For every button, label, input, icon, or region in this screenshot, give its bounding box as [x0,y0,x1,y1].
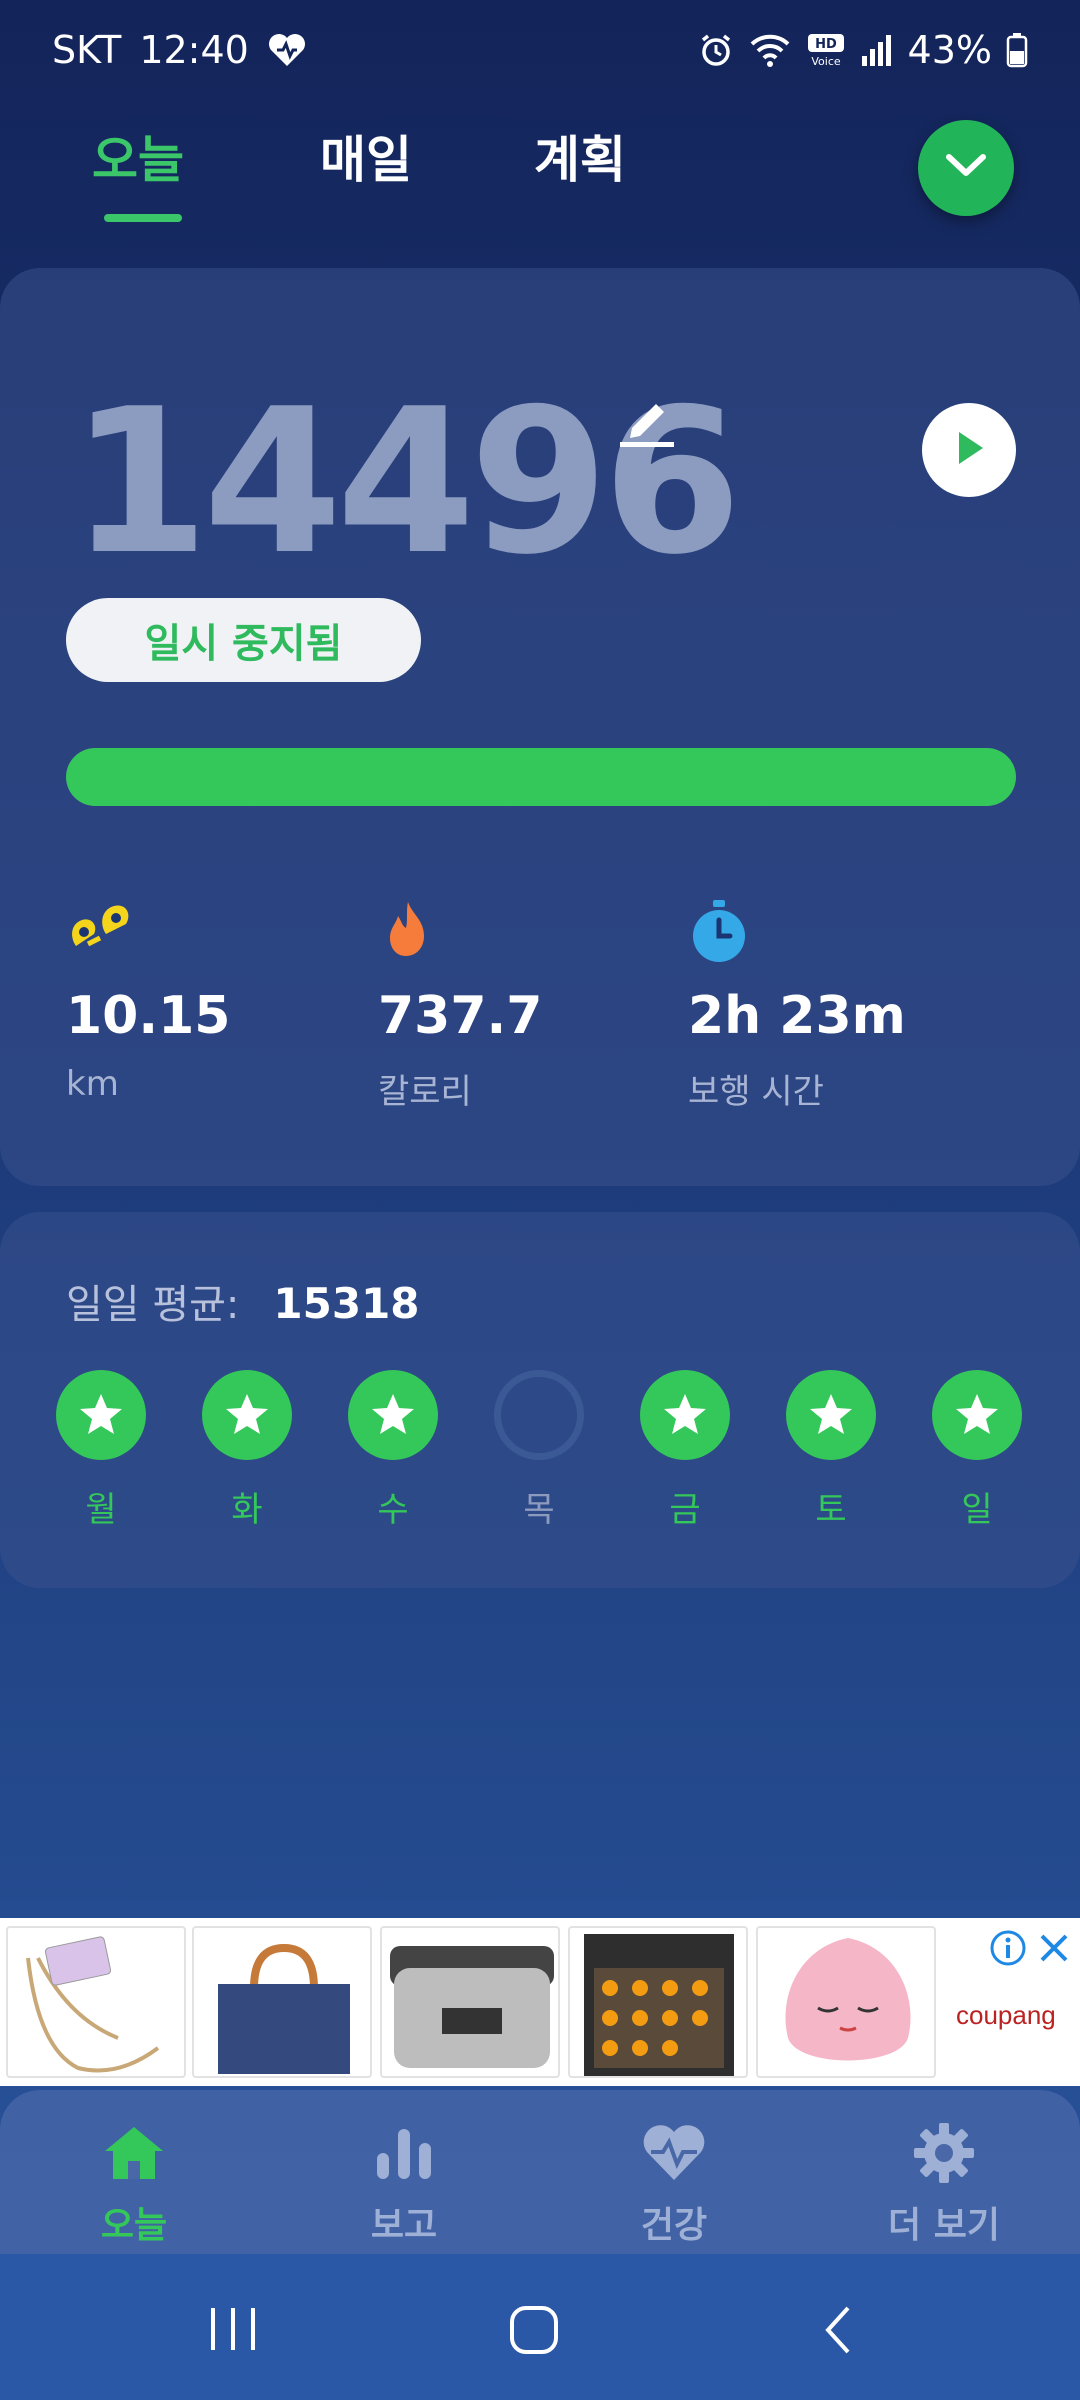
goal-achieved-badge [202,1370,292,1460]
nav-item-more[interactable]: 더 보기 [844,2118,1044,2248]
home-button-icon[interactable] [508,2304,560,2360]
status-bar: SKT 12:40 HD Voice 43% [0,0,1080,100]
signal-icon [860,32,894,68]
alarm-icon [698,32,734,68]
resume-button[interactable] [922,403,1016,497]
svg-text:HD: HD [815,37,837,52]
gear-icon [844,2118,1044,2188]
day-status[interactable]: 화 [202,1370,292,1531]
battery-icon [1006,32,1028,68]
distance-stat: 10.15 km [66,898,230,1104]
goal-achieved-badge [640,1370,730,1460]
ad-product-bag[interactable] [192,1926,372,2078]
daily-average-label: 일일 평균: [66,1282,240,1328]
progress-fill [66,748,1016,806]
bottom-navigation: 오늘 보고 건강 더 보기 [0,2090,1080,2254]
tab-plan[interactable]: 계획 [534,120,626,192]
day-status[interactable]: 수 [348,1370,438,1531]
star-icon [664,1394,706,1434]
ad-info-icon[interactable] [988,1928,1028,1972]
close-icon[interactable] [1036,1930,1072,1970]
day-label: 화 [231,1490,263,1530]
battery-percent: 43% [907,28,992,72]
daily-average-card: 일일 평균: 15318 월 화 수 목 금 토 일 [0,1212,1080,1588]
goal-achieved-badge [932,1370,1022,1460]
nav-label-more: 더 보기 [888,2205,1000,2246]
day-label: 금 [669,1490,701,1530]
walk-time-stat: 2h 23m 보행 시간 [688,898,906,1113]
day-label: 토 [815,1490,847,1530]
walk-time-label: 보행 시간 [688,1072,824,1112]
distance-label: km [66,1064,119,1104]
daily-goal-progress [66,748,1016,806]
paused-status-badge[interactable]: 일시 중지됨 [66,598,421,682]
day-status[interactable]: 금 [640,1370,730,1531]
carrier-label: SKT [52,28,122,72]
day-status[interactable]: 월 [56,1370,146,1531]
play-icon [951,428,987,472]
stopwatch-icon [688,898,906,964]
day-label: 수 [377,1490,409,1530]
day-status[interactable]: 목 [494,1370,584,1531]
goal-check-button[interactable] [918,120,1014,216]
system-navigation-bar [0,2254,1080,2400]
nav-label-today: 오늘 [100,2205,168,2246]
star-icon [810,1394,852,1434]
heart-pulse-icon [574,2118,774,2188]
wifi-icon [748,32,792,68]
ad-product-phone-strap[interactable] [6,1926,186,2078]
edit-icon[interactable] [618,388,678,452]
day-status[interactable]: 일 [932,1370,1022,1531]
home-icon [34,2118,234,2188]
calories-value: 737.7 [378,986,543,1046]
flame-icon [378,898,542,964]
daily-average-value: 15318 [273,1279,420,1328]
clock: 12:40 [139,28,249,72]
goal-achieved-badge [348,1370,438,1460]
ad-product-dehydrator[interactable] [568,1926,748,2078]
ad-product-plush[interactable] [756,1926,936,2078]
ad-banner[interactable]: coupang [0,1918,1080,2086]
calories-label: 칼로리 [378,1072,472,1112]
star-icon [372,1394,414,1434]
nav-item-health[interactable]: 건강 [574,2118,774,2248]
goal-achieved-badge [786,1370,876,1460]
star-icon [956,1394,998,1434]
top-tabs: 오늘 매일 계획 [0,110,1080,240]
ad-product-cooker[interactable] [380,1926,560,2078]
goal-missed-badge [494,1370,584,1460]
distance-icon [66,898,230,964]
health-notification-icon [267,32,307,68]
nav-label-health: 건강 [640,2205,708,2246]
tab-daily[interactable]: 매일 [320,120,412,192]
nav-item-report[interactable]: 보고 [304,2118,504,2248]
day-status[interactable]: 토 [786,1370,876,1531]
day-label: 일 [961,1490,993,1530]
walk-time-value: 2h 23m [688,986,906,1046]
recent-apps-icon[interactable] [205,2304,261,2358]
chevron-down-icon [943,151,989,185]
bar-chart-icon [304,2118,504,2188]
svg-text:Voice: Voice [811,55,841,68]
nav-item-today[interactable]: 오늘 [34,2118,234,2248]
star-icon [80,1394,122,1434]
day-label: 월 [85,1490,117,1530]
tab-today[interactable]: 오늘 [92,120,184,192]
ad-brand-label[interactable]: coupang [956,2000,1056,2031]
calories-stat: 737.7 칼로리 [378,898,542,1113]
today-summary-card: 14496 일시 중지됨 10.15 km 737.7 칼로리 2h 23m 보… [0,268,1080,1186]
distance-value: 10.15 [66,986,231,1046]
back-icon[interactable] [818,2304,858,2360]
active-tab-indicator [104,214,182,222]
goal-achieved-badge [56,1370,146,1460]
day-label: 목 [523,1490,555,1530]
star-icon [226,1394,268,1434]
nav-label-report: 보고 [370,2205,438,2246]
hd-voice-icon: HD Voice [806,32,846,68]
